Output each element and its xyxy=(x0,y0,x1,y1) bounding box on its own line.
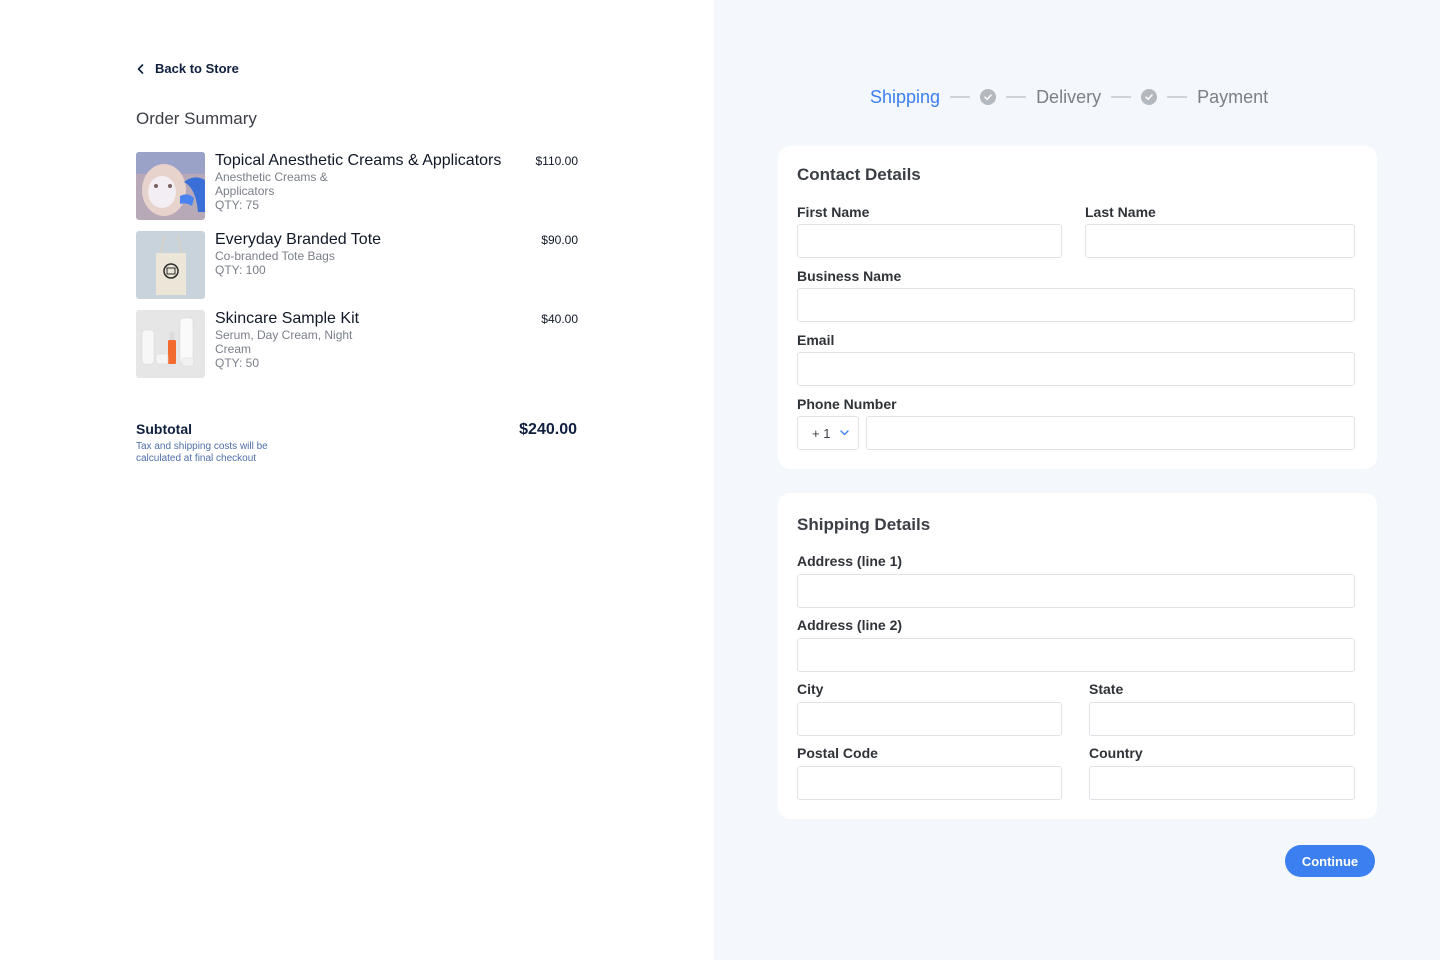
order-item: Everyday Branded Tote Co-branded Tote Ba… xyxy=(136,231,578,301)
first-name-input[interactable] xyxy=(797,224,1062,258)
product-subtitle: Anesthetic Creams & Applicators xyxy=(215,170,328,198)
check-circle-icon xyxy=(980,89,997,105)
step-divider xyxy=(950,96,971,98)
country-label: Country xyxy=(1089,745,1143,761)
address-line2-label: Address (line 2) xyxy=(797,617,903,633)
phone-number-input[interactable] xyxy=(866,416,1355,450)
step-payment[interactable]: Payment xyxy=(1197,87,1268,108)
address-line1-input[interactable] xyxy=(797,574,1355,608)
order-summary-title: Order Summary xyxy=(136,109,257,128)
product-qty: QTY: 100 xyxy=(215,263,266,277)
step-divider xyxy=(1006,96,1027,98)
product-image-anesthetic xyxy=(136,152,205,220)
last-name-input[interactable] xyxy=(1085,224,1355,258)
shipping-details-card: Shipping Details Address (line 1) Addres… xyxy=(778,493,1377,819)
city-input[interactable] xyxy=(797,702,1062,736)
product-image-skincare-kit xyxy=(136,310,205,378)
state-label: State xyxy=(1089,681,1124,697)
product-image-tote xyxy=(136,231,205,299)
product-details: Co-branded Tote Bags QTY: 100 xyxy=(215,249,385,277)
product-details: Anesthetic Creams & Applicators QTY: 75 xyxy=(215,170,385,212)
product-name: Skincare Sample Kit xyxy=(215,310,360,327)
postal-code-label: Postal Code xyxy=(797,745,878,761)
step-shipping[interactable]: Shipping xyxy=(870,87,940,108)
email-label: Email xyxy=(797,332,835,348)
product-subtitle: Serum, Day Cream, Night Cream xyxy=(215,328,353,356)
address-line2-input[interactable] xyxy=(797,638,1355,672)
continue-button[interactable]: Continue xyxy=(1285,845,1375,877)
city-label: City xyxy=(797,681,824,697)
subtotal-value: $240.00 xyxy=(519,421,577,438)
check-circle-icon xyxy=(1141,89,1158,105)
country-code-select[interactable]: + 1 xyxy=(797,416,859,450)
subtotal-note: Tax and shipping costs will be calculate… xyxy=(136,441,268,464)
subtotal-label: Subtotal xyxy=(136,421,192,437)
step-delivery[interactable]: Delivery xyxy=(1036,87,1101,108)
product-qty: QTY: 75 xyxy=(215,198,260,212)
product-price: $40.00 xyxy=(541,312,578,326)
step-divider xyxy=(1167,96,1188,98)
last-name-label: Last Name xyxy=(1085,204,1156,220)
contact-details-title: Contact Details xyxy=(797,165,921,184)
contact-details-card: Contact Details First Name Last Name Bus… xyxy=(778,146,1377,469)
product-price: $90.00 xyxy=(541,233,578,247)
chevron-down-icon xyxy=(840,430,850,436)
product-price: $110.00 xyxy=(535,154,579,168)
order-item: Skincare Sample Kit Serum, Day Cream, Ni… xyxy=(136,310,578,380)
product-subtitle: Co-branded Tote Bags xyxy=(215,249,335,263)
chevron-left-icon xyxy=(137,63,144,74)
country-code-value: + 1 xyxy=(812,425,831,441)
checkout-stepper: Shipping Delivery Payment xyxy=(870,86,1268,108)
business-name-input[interactable] xyxy=(797,288,1355,322)
state-input[interactable] xyxy=(1089,702,1355,736)
business-name-label: Business Name xyxy=(797,268,902,284)
back-to-store-link[interactable]: Back to Store xyxy=(136,61,239,76)
country-input[interactable] xyxy=(1089,766,1355,800)
shipping-details-title: Shipping Details xyxy=(797,515,931,534)
email-input[interactable] xyxy=(797,352,1355,386)
order-summary-panel: Back to Store Order Summary Topical Anes… xyxy=(0,0,714,960)
product-name: Everyday Branded Tote xyxy=(215,231,382,248)
phone-number-label: Phone Number xyxy=(797,396,897,412)
product-name: Topical Anesthetic Creams & Applicators xyxy=(215,152,502,169)
postal-code-input[interactable] xyxy=(797,766,1062,800)
back-to-store-label: Back to Store xyxy=(155,61,239,76)
product-details: Serum, Day Cream, Night Cream QTY: 50 xyxy=(215,328,385,370)
order-item: Topical Anesthetic Creams & Applicators … xyxy=(136,152,578,222)
address-line1-label: Address (line 1) xyxy=(797,553,903,569)
product-qty: QTY: 50 xyxy=(215,356,260,370)
first-name-label: First Name xyxy=(797,204,870,220)
step-divider xyxy=(1111,96,1132,98)
